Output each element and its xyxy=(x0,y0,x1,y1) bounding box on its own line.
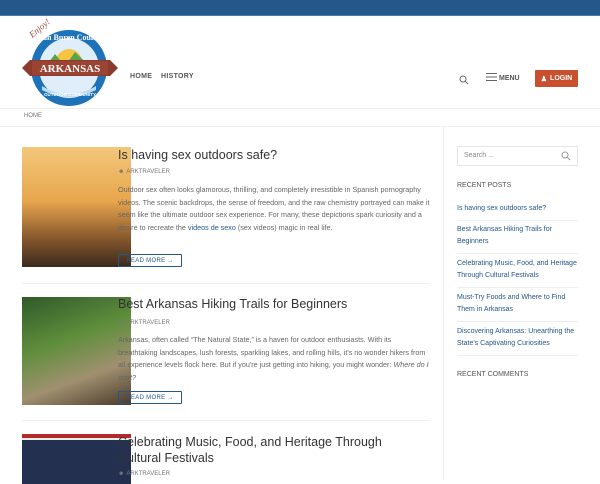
recent-comments-heading: RECENT COMMENTS xyxy=(457,371,529,378)
excerpt-link[interactable]: videos de sexo xyxy=(188,223,236,232)
author-name: ARKTRAVELER xyxy=(126,169,170,175)
divider xyxy=(443,127,444,480)
post-excerpt: Arkansas, often called “The Natural Stat… xyxy=(118,334,430,384)
post-thumbnail[interactable] xyxy=(22,147,131,267)
post-thumbnail[interactable] xyxy=(22,297,131,405)
nav-history[interactable]: HISTORY xyxy=(161,73,194,80)
recent-post-link[interactable]: Best Arkansas Hiking Trails for Beginner… xyxy=(457,224,578,254)
post-title[interactable]: Best Arkansas Hiking Trails for Beginner… xyxy=(118,296,428,312)
recent-post-link[interactable]: Is having sex outdoors safe? xyxy=(457,203,578,221)
post-title[interactable]: Celebrating Music, Food, and Heritage Th… xyxy=(118,434,428,466)
read-more-button[interactable]: READ MORE → xyxy=(118,391,182,404)
recent-post-link[interactable]: Celebrating Music, Food, and Heritage Th… xyxy=(457,258,578,288)
divider xyxy=(22,283,430,284)
site-logo[interactable]: ARKANSAS Van Buren County OUTDOOR COMMUN… xyxy=(20,16,120,113)
login-button[interactable]: ♟ LOGIN xyxy=(535,70,578,87)
top-bar xyxy=(0,0,600,16)
excerpt-text: Arkansas, often called “The Natural Stat… xyxy=(118,335,426,369)
breadcrumb[interactable]: HOME xyxy=(24,113,42,119)
recent-posts-heading: RECENT POSTS xyxy=(457,182,512,189)
excerpt-text: (sex videos) magic in real life. xyxy=(235,222,333,232)
post-thumbnail[interactable] xyxy=(22,434,131,484)
nav-home[interactable]: HOME xyxy=(130,73,152,80)
svg-text:OUTDOOR COMMUNITY: OUTDOOR COMMUNITY xyxy=(44,92,96,97)
recent-post-link[interactable]: Must-Try Foods and Where to Find Them in… xyxy=(457,292,578,322)
menu-label: MENU xyxy=(499,74,520,82)
user-circle-icon: ☻ xyxy=(118,320,125,326)
post-title[interactable]: Is having sex outdoors safe? xyxy=(118,147,428,163)
author-name: ARKTRAVELER xyxy=(126,320,170,326)
search-icon[interactable] xyxy=(459,72,469,90)
user-icon: ♟ xyxy=(540,75,548,83)
login-label: LOGIN xyxy=(550,75,573,82)
user-circle-icon: ☻ xyxy=(118,471,125,477)
post-author[interactable]: ☻ ARKTRAVELER xyxy=(118,169,170,175)
post-author[interactable]: ☻ ARKTRAVELER xyxy=(118,320,170,326)
svg-text:ARKANSAS: ARKANSAS xyxy=(40,63,101,75)
sidebar-search-input[interactable]: Search ... xyxy=(457,146,578,166)
post-excerpt: Outdoor sex often looks glamorous, thril… xyxy=(118,184,430,234)
svg-text:Van Buren County: Van Buren County xyxy=(38,33,102,42)
user-circle-icon: ☻ xyxy=(118,169,125,175)
post-author[interactable]: ☻ ARKTRAVELER xyxy=(118,471,170,477)
search-icon[interactable] xyxy=(561,151,571,163)
search-placeholder: Search ... xyxy=(464,152,494,159)
hamburger-icon xyxy=(486,73,497,83)
recent-post-link[interactable]: Discovering Arkansas: Unearthing the Sta… xyxy=(457,326,578,356)
author-name: ARKTRAVELER xyxy=(126,471,170,477)
divider xyxy=(22,420,430,421)
menu-button[interactable]: MENU xyxy=(486,73,520,83)
divider xyxy=(0,126,600,127)
read-more-button[interactable]: READ MORE → xyxy=(118,254,182,267)
site-header: ARKANSAS Van Buren County OUTDOOR COMMUN… xyxy=(0,16,600,109)
